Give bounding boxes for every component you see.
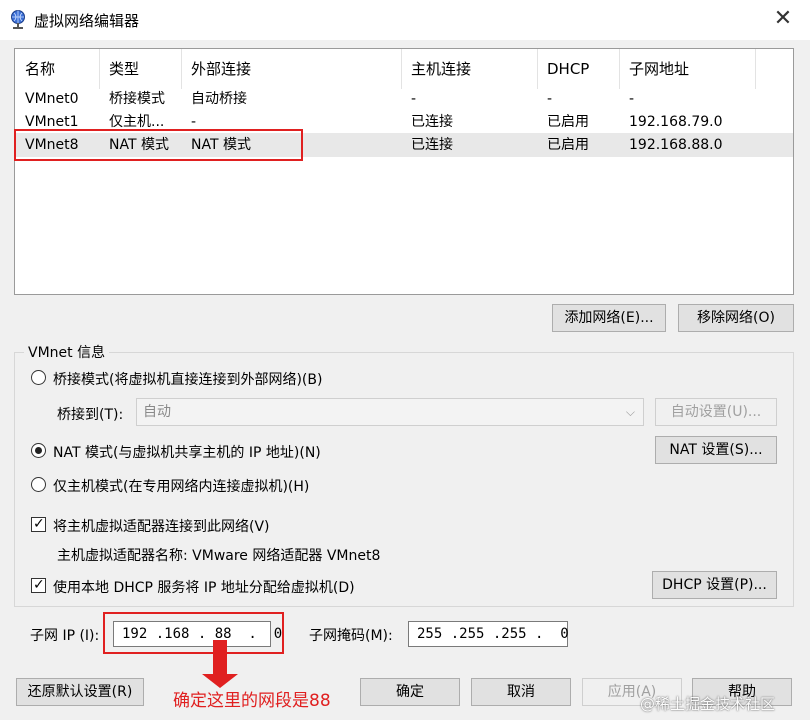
cell-subnet: - <box>629 91 635 107</box>
connect-adapter-label[interactable]: 将主机虚拟适配器连接到此网络(V) <box>53 516 270 536</box>
close-icon[interactable]: ✕ <box>768 6 798 32</box>
network-list[interactable]: 名称 类型 外部连接 主机连接 DHCP 子网地址 VMnet0 桥接模式 自动… <box>14 48 794 295</box>
auto-settings-button[interactable]: 自动设置(U)... <box>655 398 777 426</box>
use-dhcp-label[interactable]: 使用本地 DHCP 服务将 IP 地址分配给虚拟机(D) <box>53 577 355 597</box>
cell-host: 已连接 <box>411 114 453 130</box>
cell-dhcp: 已启用 <box>547 137 589 153</box>
adapter-name-text: 主机虚拟适配器名称: VMware 网络适配器 VMnet8 <box>57 548 381 564</box>
connect-adapter-checkbox[interactable]: ✓ <box>31 516 46 532</box>
cell-external: NAT 模式 <box>191 137 251 153</box>
checkmark-icon: ✓ <box>33 516 45 532</box>
nat-settings-button[interactable]: NAT 设置(S)... <box>655 436 777 464</box>
cell-dhcp: 已启用 <box>547 114 589 130</box>
column-divider[interactable] <box>755 49 756 89</box>
cell-subnet: 192.168.88.0 <box>629 137 723 153</box>
cell-name: VMnet8 <box>25 137 79 153</box>
host-only-radio[interactable] <box>31 477 46 492</box>
bridge-to-select[interactable]: 自动 ⌵ <box>136 398 644 426</box>
column-header-type[interactable]: 类型 <box>99 49 181 89</box>
column-header-name[interactable]: 名称 <box>15 49 99 89</box>
table-row[interactable]: VMnet0 桥接模式 自动桥接 - - - <box>15 87 793 111</box>
title-bar: 虚拟网络编辑器 ✕ <box>0 0 810 40</box>
chevron-down-icon: ⌵ <box>625 405 635 419</box>
column-header-host[interactable]: 主机连接 <box>401 49 537 89</box>
remove-network-button[interactable]: 移除网络(O) <box>678 304 794 332</box>
subnet-mask-label: 子网掩码(M): <box>309 628 393 644</box>
list-header: 名称 类型 外部连接 主机连接 DHCP 子网地址 <box>15 49 793 89</box>
subnet-mask-field[interactable]: 255 .255 .255 . 0 <box>408 621 569 647</box>
nat-mode-label[interactable]: NAT 模式(与虚拟机共享主机的 IP 地址)(N) <box>53 442 321 462</box>
use-dhcp-checkbox[interactable]: ✓ <box>31 577 46 593</box>
table-row[interactable]: VMnet1 仅主机... - 已连接 已启用 192.168.79.0 <box>15 110 793 134</box>
cell-host: 已连接 <box>411 137 453 153</box>
watermark: @稀土掘金技术社区 <box>640 695 776 713</box>
restore-defaults-button[interactable]: 还原默认设置(R) <box>16 678 144 706</box>
cell-type: 桥接模式 <box>109 91 165 107</box>
network-globe-icon <box>8 9 28 35</box>
nat-mode-radio[interactable] <box>31 443 46 458</box>
table-row-selected[interactable]: VMnet8 NAT 模式 NAT 模式 已连接 已启用 192.168.88.… <box>15 133 793 157</box>
bridged-mode-label[interactable]: 桥接模式(将虚拟机直接连接到外部网络)(B) <box>53 369 322 389</box>
ok-button[interactable]: 确定 <box>360 678 460 706</box>
cell-type: NAT 模式 <box>109 137 169 153</box>
cell-host: - <box>411 91 417 107</box>
annotation-arrow-icon <box>202 640 238 688</box>
annotation-text: 确定这里的网段是88 <box>173 691 331 711</box>
cell-type: 仅主机... <box>109 114 165 130</box>
column-header-subnet[interactable]: 子网地址 <box>619 49 755 89</box>
cell-external: 自动桥接 <box>191 91 247 107</box>
column-header-dhcp[interactable]: DHCP <box>537 49 619 89</box>
vmnet-info-group-label: VMnet 信息 <box>24 342 110 362</box>
cancel-button[interactable]: 取消 <box>471 678 571 706</box>
cell-dhcp: - <box>547 91 553 107</box>
window-title: 虚拟网络编辑器 <box>34 12 140 30</box>
cell-subnet: 192.168.79.0 <box>629 114 723 130</box>
add-network-button[interactable]: 添加网络(E)... <box>552 304 666 332</box>
dhcp-settings-button[interactable]: DHCP 设置(P)... <box>652 571 777 599</box>
bridged-mode-radio[interactable] <box>31 370 46 385</box>
bridge-to-value: 自动 <box>143 404 171 420</box>
checkmark-icon: ✓ <box>33 577 45 593</box>
cell-external: - <box>191 114 197 130</box>
cell-name: VMnet0 <box>25 91 79 107</box>
bridge-to-label: 桥接到(T): <box>57 407 124 423</box>
cell-name: VMnet1 <box>25 114 79 130</box>
column-header-external[interactable]: 外部连接 <box>181 49 401 89</box>
host-only-label[interactable]: 仅主机模式(在专用网络内连接虚拟机)(H) <box>53 476 309 496</box>
subnet-ip-label: 子网 IP (I): <box>30 628 100 644</box>
